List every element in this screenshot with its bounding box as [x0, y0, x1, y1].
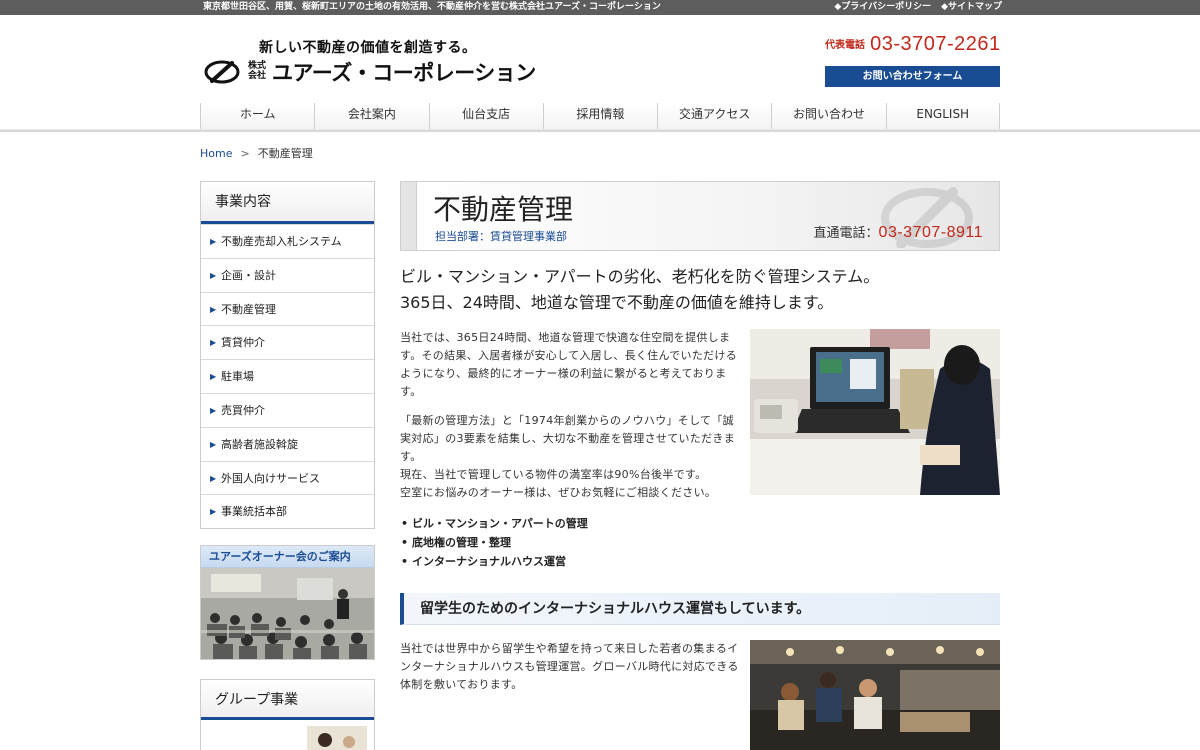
- rep-phone-number[interactable]: 03-3707-2261: [870, 33, 1001, 55]
- sidebar-item-sales[interactable]: ▶ 売買仲介: [201, 392, 374, 427]
- breadcrumb-current: 不動産管理: [257, 147, 313, 160]
- direct-phone: 直通電話：03-3707-8911: [814, 222, 983, 242]
- sidebar-item-property-management[interactable]: ▶ 不動産管理: [201, 291, 374, 326]
- rep-phone-label: 代表電話: [825, 40, 865, 51]
- group-business-photo: [307, 726, 367, 750]
- global-nav: ホーム 会社案内 仙台支店 採用情報 交通アクセス お問い合わせ ENGLISH: [200, 103, 1000, 129]
- nav-english[interactable]: ENGLISH: [885, 103, 1000, 129]
- sidebar-item-label: 企画・設計: [221, 268, 276, 282]
- international-house-paragraph: 当社では世界中から留学生や希望を持って来日した若者の集まるインターナショナルハウ…: [400, 642, 739, 691]
- representative-phone: 代表電話 03-3707-2261: [825, 33, 1003, 59]
- list-item: 底地権の管理・整理: [400, 533, 740, 552]
- sidebar-title: 事業内容: [201, 182, 374, 224]
- chevron-right-icon: ▶: [210, 270, 217, 280]
- sidebar-item-label: 外国人向けサービス: [221, 471, 320, 485]
- sidebar-item-label: 賃貸仲介: [221, 336, 265, 350]
- sitemap-link[interactable]: ◆サイトマップ: [941, 0, 1002, 15]
- approach-paragraph: 「最新の管理方法」と「1974年創業からのノウハウ」そして「誠実対応」の3要素を…: [400, 412, 740, 502]
- sub-heading-international-house: 留学生のためのインターナショナルハウス運営もしています。: [400, 593, 1000, 625]
- chevron-right-icon: ▶: [210, 439, 217, 449]
- privacy-policy-link[interactable]: ◆プライバシーポリシー: [834, 0, 931, 15]
- sidebar-item-label: 事業統括本部: [221, 505, 287, 519]
- page-header: 不動産管理 担当部署：賃貸管理事業部 直通電話：03-3707-8911: [400, 181, 1000, 251]
- sidebar-item-planning[interactable]: ▶ 企画・設計: [201, 257, 374, 292]
- nav-divider: [0, 129, 1200, 132]
- nav-home[interactable]: ホーム: [200, 103, 315, 129]
- chevron-right-icon: ▶: [210, 405, 217, 415]
- sidebar-item-rental[interactable]: ▶ 賃貸仲介: [201, 325, 374, 359]
- page-title: 不動産管理: [433, 193, 574, 226]
- owner-banner-title: ユアーズオーナー会のご案内: [201, 546, 374, 568]
- sidebar-item-foreigner-service[interactable]: ▶ 外国人向けサービス: [201, 460, 374, 495]
- direct-phone-number[interactable]: 03-3707-8911: [879, 224, 983, 241]
- breadcrumb-home[interactable]: Home: [200, 147, 232, 160]
- sidebar-item-label: 不動産売却入札システム: [221, 235, 342, 248]
- approach-line-2: 現在、当社で管理している物件の満室率は90%台後半です。: [400, 468, 707, 481]
- chevron-right-icon: ▶: [210, 473, 217, 483]
- chevron-right-icon: ▶: [210, 372, 217, 382]
- logo[interactable]: 新しい不動産の価値を創造する。 株式会社 ユアーズ・コーポレーション: [204, 35, 536, 87]
- sidebar-item-headquarters[interactable]: ▶ 事業統括本部: [201, 494, 374, 528]
- page-header-strip: [401, 182, 417, 250]
- lead-text: ビル・マンション・アパートの劣化、老朽化を防ぐ管理システム。 365日、24時間…: [400, 264, 1000, 316]
- sidebar-item-bid-system[interactable]: ▶ 不動産売却入札システム: [201, 224, 374, 258]
- services-list: ビル・マンション・アパートの管理 底地権の管理・整理 インターナショナルハウス運…: [400, 514, 740, 571]
- logo-mark-icon: [204, 60, 240, 84]
- nav-recruit[interactable]: 採用情報: [542, 103, 658, 129]
- office-photo: [750, 329, 1000, 495]
- lead-line-2: 365日、24時間、地道な管理で不動産の価値を維持します。: [400, 293, 834, 312]
- owner-association-banner[interactable]: ユアーズオーナー会のご案内: [200, 545, 375, 660]
- top-bar: 東京都世田谷区、用賀、桜新町エリアの土地の有効活用、不動産仲介を営む株式会社ユア…: [0, 0, 1200, 15]
- chevron-right-icon: ▶: [210, 338, 217, 348]
- lead-line-1: ビル・マンション・アパートの劣化、老朽化を防ぐ管理システム。: [400, 267, 880, 286]
- lounge-photo: [750, 640, 1000, 750]
- list-item: インターナショナルハウス運営: [400, 552, 740, 571]
- approach-line-3: 空室にお悩みのオーナー様は、ぜひお気軽にご相談ください。: [400, 486, 717, 499]
- header: 新しい不動産の価値を創造する。 株式会社 ユアーズ・コーポレーション 代表電話 …: [0, 15, 1200, 103]
- intro-paragraph: 当社では、365日24時間、地道な管理で快適な住空間を提供します。その結果、入居…: [400, 331, 738, 398]
- chevron-right-icon: ▶: [210, 507, 217, 517]
- nav-sendai-branch[interactable]: 仙台支店: [428, 103, 543, 129]
- sidebar-services: 事業内容 ▶ 不動産売却入札システム ▶ 企画・設計 ▶ 不動産管理 ▶ 賃貸仲介 ▶ 駐…: [200, 181, 375, 530]
- group-business-title: グループ事業: [201, 680, 374, 720]
- logo-tagline: 新しい不動産の価値を創造する。: [259, 40, 477, 56]
- sidebar-item-parking[interactable]: ▶ 駐車場: [201, 359, 374, 393]
- department-label: 担当部署：賃貸管理事業部: [435, 230, 567, 243]
- logo-company-type: 株式会社: [248, 61, 267, 81]
- site-tagline: 東京都世田谷区、用賀、桜新町エリアの土地の有効活用、不動産仲介を営む株式会社ユア…: [203, 2, 661, 12]
- nav-contact[interactable]: お問い合わせ: [771, 103, 886, 129]
- sidebar-group-business: グループ事業: [200, 679, 375, 750]
- sidebar-item-label: 駐車場: [221, 370, 254, 384]
- list-item: ビル・マンション・アパートの管理: [400, 514, 740, 533]
- contact-form-button[interactable]: お問い合わせフォーム: [825, 66, 1000, 87]
- nav-access[interactable]: 交通アクセス: [657, 103, 772, 129]
- chevron-right-icon: ▶: [210, 304, 217, 314]
- sidebar-item-label: 不動産管理: [221, 302, 276, 316]
- seminar-photo: [201, 568, 374, 659]
- approach-line-1: 「最新の管理方法」と「1974年創業からのノウハウ」そして「誠実対応」の3要素を…: [400, 414, 735, 463]
- breadcrumb-separator: >: [240, 147, 250, 160]
- sidebar-item-elderly-facility[interactable]: ▶ 高齢者施設斡旋: [201, 426, 374, 461]
- breadcrumb: Home > 不動産管理: [200, 145, 313, 161]
- logo-company-name: ユアーズ・コーポレーション: [272, 61, 536, 85]
- sidebar-item-label: 高齢者施設斡旋: [221, 437, 298, 451]
- chevron-right-icon: ▶: [210, 237, 217, 246]
- top-links: ◆プライバシーポリシー ◆サイトマップ: [834, 0, 1002, 15]
- direct-phone-label: 直通電話：: [813, 226, 879, 241]
- nav-company[interactable]: 会社案内: [314, 103, 429, 129]
- sidebar-item-label: 売買仲介: [221, 403, 265, 417]
